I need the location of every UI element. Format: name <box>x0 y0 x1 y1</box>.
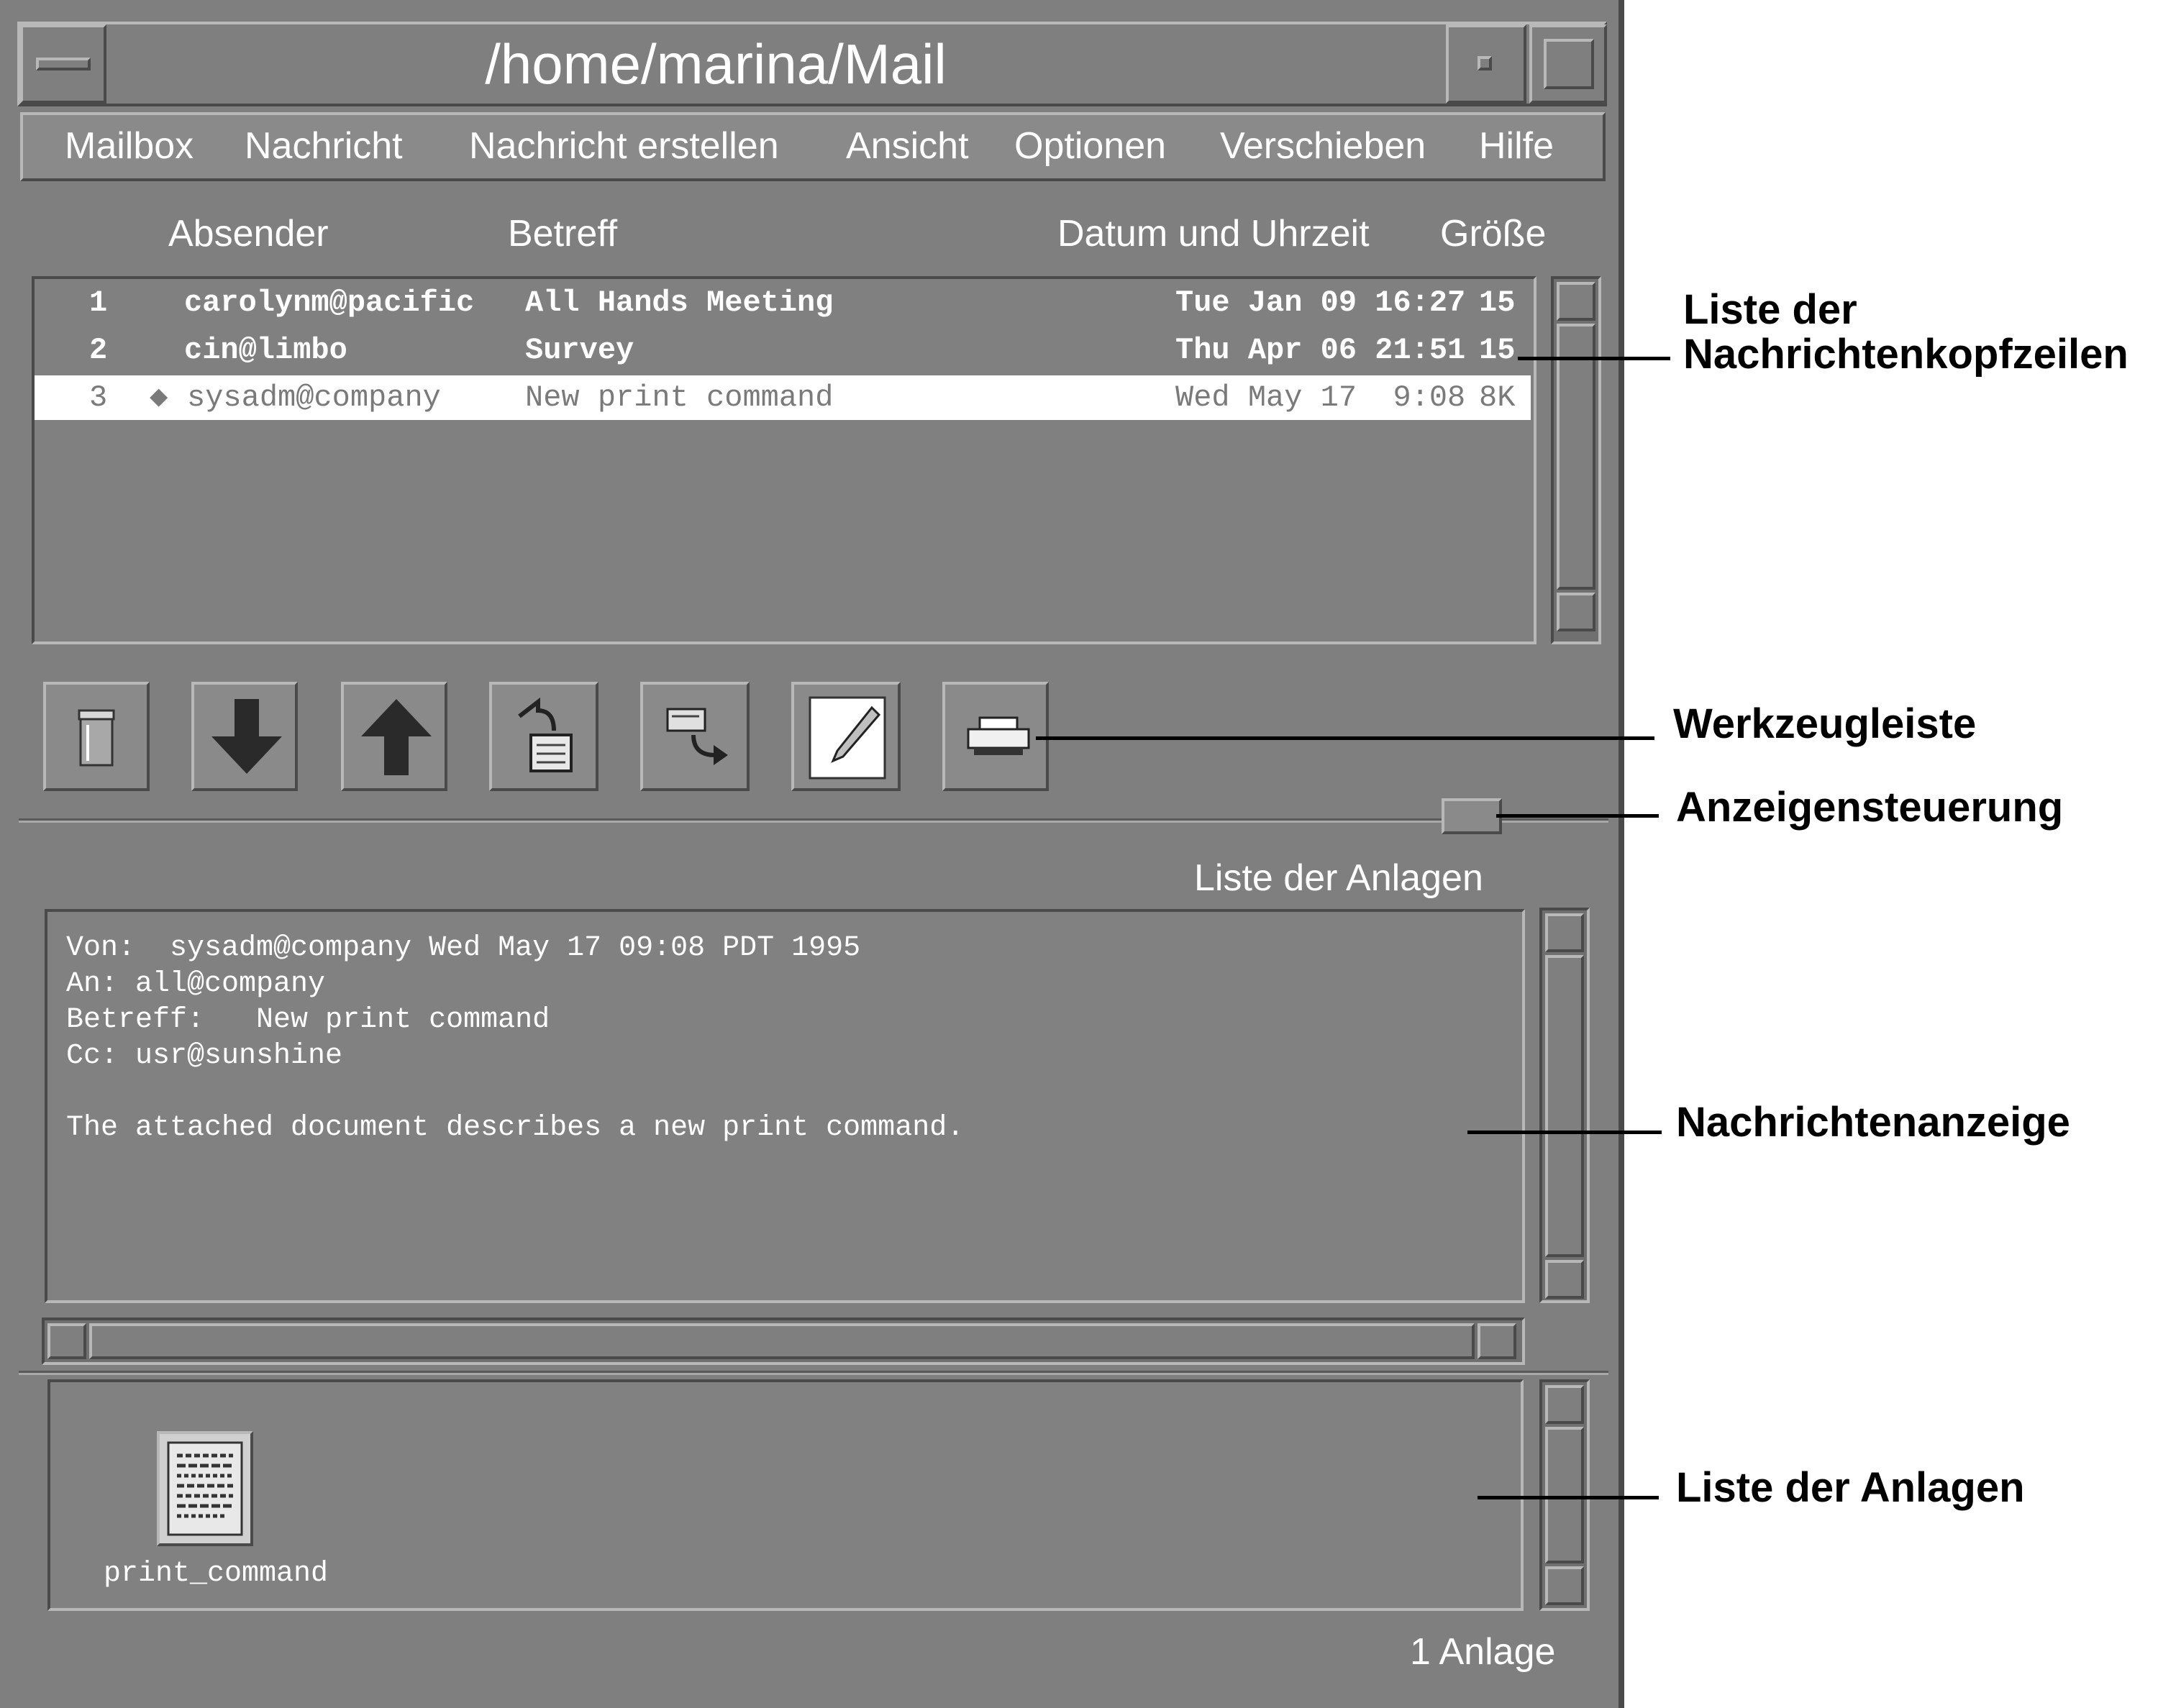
callout-line <box>1036 736 1654 740</box>
column-header-size[interactable]: Größe <box>1440 209 1546 259</box>
message-row[interactable]: 1 carolynm@pacific All Hands Meeting Tue… <box>35 280 1531 325</box>
menu-verschieben[interactable]: Verschieben <box>1220 115 1426 177</box>
message-date: Wed May 17 9:08 <box>1175 380 1466 415</box>
message-date: Tue Jan 09 16:27 <box>1175 286 1466 320</box>
attachment-item[interactable] <box>157 1431 253 1546</box>
callout-toolbar: Werkzeugleiste <box>1673 700 1977 747</box>
minimize-button[interactable] <box>1446 24 1526 104</box>
compose-icon <box>809 696 886 780</box>
arrow-up-icon <box>361 699 432 775</box>
pane-separator <box>19 818 1608 823</box>
maximize-button[interactable] <box>1529 24 1607 104</box>
message-to: An: all@company <box>66 968 326 1000</box>
mailer-window: /home/marina/Mail Mailbox Nachricht Nach… <box>0 0 1624 1708</box>
column-header-subject[interactable]: Betreff <box>508 209 617 259</box>
message-number: 3 <box>89 380 108 415</box>
message-vertical-scrollbar[interactable] <box>1539 908 1590 1303</box>
delete-button[interactable] <box>43 682 150 791</box>
callout-display-control: Anzeigensteuerung <box>1676 784 2064 831</box>
menu-nachricht[interactable]: Nachricht <box>245 115 403 177</box>
callout-message-display: Nachrichtenanzeige <box>1676 1099 2070 1146</box>
compose-button[interactable] <box>791 682 901 791</box>
menu-ansicht[interactable]: Ansicht <box>846 115 969 177</box>
scroll-left-arrow-icon[interactable] <box>47 1323 86 1359</box>
column-header-sender[interactable]: Absender <box>168 209 329 259</box>
trash-icon <box>78 709 115 767</box>
callout-line <box>1518 357 1670 360</box>
window-menu-icon <box>36 58 91 70</box>
column-header-date[interactable]: Datum und Uhrzeit <box>1057 209 1370 259</box>
printer-icon <box>967 716 1030 755</box>
scroll-up-arrow-icon[interactable] <box>1545 913 1584 952</box>
message-number: 2 <box>89 333 108 367</box>
window-title: /home/marina/Mail <box>485 32 947 96</box>
message-horizontal-scrollbar[interactable] <box>42 1317 1525 1365</box>
minimize-icon <box>1478 56 1492 70</box>
scroll-up-arrow-icon[interactable] <box>1545 1385 1584 1424</box>
message-size: 15 <box>1479 286 1516 320</box>
attachment-count-status: 1 Anlage <box>1410 1631 1556 1673</box>
scroll-down-arrow-icon[interactable] <box>1545 1566 1584 1605</box>
menu-nachricht-erstellen[interactable]: Nachricht erstellen <box>469 115 779 177</box>
callout-line <box>1467 1131 1662 1134</box>
menu-optionen[interactable]: Optionen <box>1014 115 1166 177</box>
message-body: The attached document describes a new pr… <box>66 1112 965 1144</box>
scroll-thumb[interactable] <box>1557 324 1595 590</box>
menu-mailbox[interactable]: Mailbox <box>65 115 194 177</box>
message-subject: All Hands Meeting <box>525 286 834 320</box>
message-subject: New print command <box>525 380 834 415</box>
message-cc: Cc: usr@sunshine <box>66 1040 343 1072</box>
callout-line <box>1478 1496 1659 1499</box>
callout-headers-list: Liste der Nachrichtenkopfzeilen <box>1683 286 2129 378</box>
message-sender: cin@limbo <box>184 333 347 367</box>
attachment-name: print_command <box>103 1558 329 1590</box>
window-menu-button[interactable] <box>20 24 106 104</box>
new-message-flag-icon: ◆ <box>150 380 168 415</box>
scroll-right-arrow-icon[interactable] <box>1478 1323 1516 1359</box>
message-from: Von: sysadm@company Wed May 17 09:08 PDT… <box>66 932 861 964</box>
forward-icon <box>666 708 728 765</box>
menu-hilfe[interactable]: Hilfe <box>1479 115 1554 177</box>
message-subject-line: Betreff: New print command <box>66 1004 550 1036</box>
attachment-scrollbar[interactable] <box>1539 1379 1590 1611</box>
callout-attachment-list: Liste der Anlagen <box>1676 1464 2025 1511</box>
scroll-thumb[interactable] <box>89 1323 1475 1359</box>
print-button[interactable] <box>942 682 1049 791</box>
message-size: 15 <box>1479 333 1516 367</box>
arrow-down-icon <box>211 699 282 774</box>
message-subject: Survey <box>525 333 634 367</box>
scroll-up-arrow-icon[interactable] <box>1557 282 1595 321</box>
message-number: 1 <box>89 286 108 320</box>
pane-separator <box>19 1371 1608 1375</box>
scroll-down-arrow-icon[interactable] <box>1545 1260 1584 1299</box>
scroll-down-arrow-icon[interactable] <box>1557 593 1595 631</box>
scroll-thumb[interactable] <box>1545 955 1584 1257</box>
maximize-icon <box>1544 39 1594 89</box>
message-row-selected[interactable]: 3 ◆ sysadm@company New print command Wed… <box>35 375 1531 420</box>
message-size: 8K <box>1479 380 1516 415</box>
forward-button[interactable] <box>640 682 750 791</box>
scroll-thumb[interactable] <box>1545 1427 1584 1563</box>
document-icon <box>167 1441 243 1536</box>
message-sender: carolynm@pacific <box>184 286 475 320</box>
display-control-sash[interactable] <box>1442 798 1502 834</box>
message-sender: sysadm@company <box>187 380 441 415</box>
header-list-scrollbar[interactable] <box>1551 276 1601 644</box>
reply-button[interactable] <box>489 682 598 791</box>
attachment-list-label: Liste der Anlagen <box>1194 857 1483 899</box>
message-row[interactable]: 2 cin@limbo Survey Thu Apr 06 21:51 15 <box>35 328 1531 373</box>
previous-message-button[interactable] <box>341 682 447 791</box>
reply-icon <box>518 697 573 772</box>
message-date: Thu Apr 06 21:51 <box>1175 333 1466 367</box>
next-message-button[interactable] <box>191 682 298 791</box>
callout-line <box>1496 814 1659 818</box>
